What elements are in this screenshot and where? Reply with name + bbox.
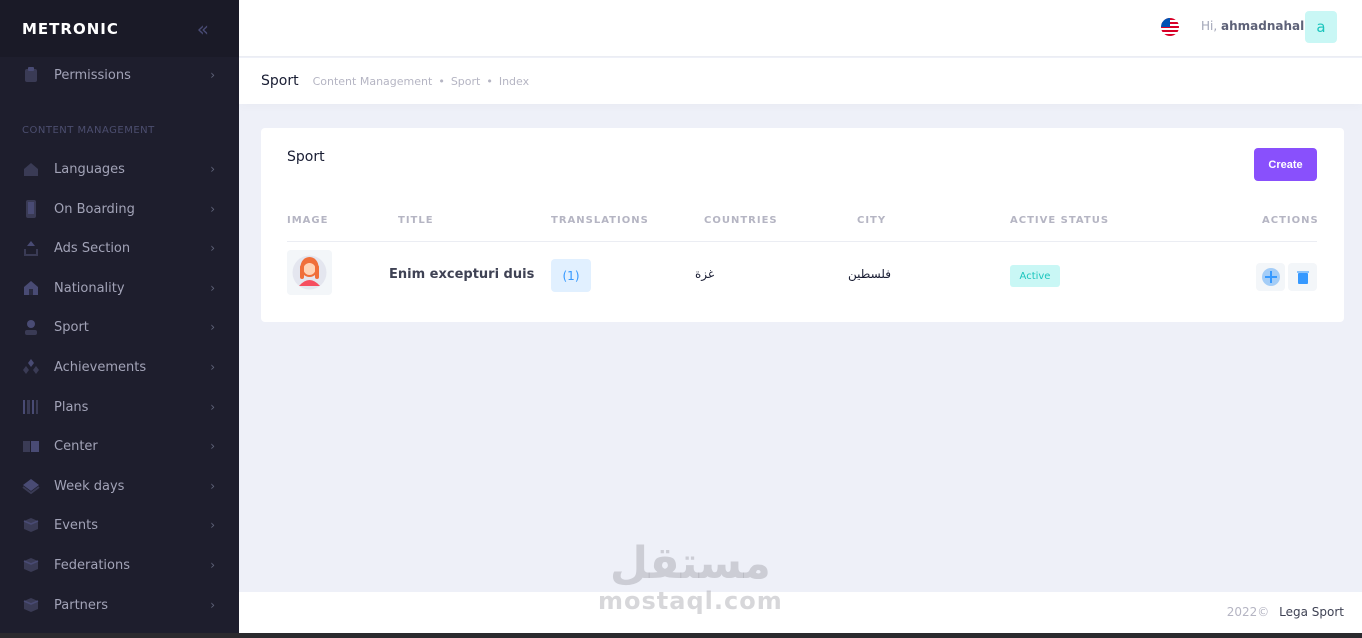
avatar[interactable]: a [1305, 11, 1337, 43]
sidebar-item-achievements[interactable]: Achievements › [0, 349, 239, 385]
sidebar-header: METRONIC « [0, 0, 239, 57]
translations-badge[interactable]: (1) [551, 259, 591, 292]
sidebar-item-nationality[interactable]: Nationality › [0, 270, 239, 306]
column-header-city: CITY [857, 215, 887, 226]
chevron-right-icon: › [210, 439, 215, 453]
column-header-actions: ACTIONS [1262, 215, 1319, 226]
sport-image [287, 250, 332, 295]
breadcrumb-content-management[interactable]: Content Management [313, 75, 433, 88]
upload-icon [22, 239, 40, 257]
user-greeting[interactable]: Hi, ahmadnahal [1201, 19, 1304, 33]
watermark-arabic: مستقل [609, 538, 771, 589]
create-button[interactable]: Create [1254, 148, 1317, 181]
city-value: فلسطين [848, 267, 892, 281]
sidebar-item-languages[interactable]: Languages › [0, 151, 239, 187]
chevron-right-icon: › [210, 68, 215, 82]
sidebar-item-label: Week days [54, 478, 125, 494]
sidebar-item-label: Languages [54, 161, 125, 177]
chevron-right-icon: › [210, 202, 215, 216]
subheader: Sport Content Management • Sport • Index [239, 58, 1362, 104]
footer-brand-link[interactable]: Lega Sport [1279, 605, 1344, 619]
box-icon [22, 596, 40, 614]
copyright: 2022© Lega Sport [1227, 605, 1344, 619]
sidebar-item-federations[interactable]: Federations › [0, 547, 239, 583]
user-icon [22, 318, 40, 336]
chevron-right-icon: › [210, 320, 215, 334]
greeting-prefix: Hi, [1201, 19, 1218, 33]
copyright-year: 2022© [1226, 605, 1270, 619]
column-header-translations: TRANSLATIONS [551, 215, 649, 226]
chevron-right-icon: › [210, 360, 215, 374]
breadcrumb-index[interactable]: Index [499, 75, 529, 88]
sidebar-item-on-boarding[interactable]: On Boarding › [0, 191, 239, 227]
sidebar-item-label: Achievements [54, 359, 147, 375]
watermark-latin: mostaql.com [598, 587, 783, 615]
sidebar-item-permissions[interactable]: Permissions › [0, 57, 239, 93]
sidebar-item-label: Center [54, 438, 98, 454]
trash-icon [1296, 271, 1309, 284]
sidebar-item-partners[interactable]: Partners › [0, 587, 239, 623]
page-title: Sport [261, 73, 299, 89]
sidebar-item-label: Federations [54, 557, 131, 573]
book-icon [22, 437, 40, 455]
sport-card: Sport Create IMAGE TITLE TRANSLATIONS CO… [261, 128, 1344, 322]
sidebar-item-label: Plans [54, 399, 89, 415]
chevron-right-icon: › [210, 558, 215, 572]
box-icon [22, 516, 40, 534]
add-action-button[interactable] [1256, 263, 1285, 291]
phone-icon [22, 200, 40, 218]
us-flag-icon[interactable] [1161, 18, 1179, 36]
card-title: Sport [287, 149, 325, 165]
column-header-image: IMAGE [287, 215, 329, 226]
sidebar-item-label: Sport [54, 319, 89, 335]
sidebar-item-week-days[interactable]: Week days › [0, 468, 239, 504]
sidebar-item-ads-section[interactable]: Ads Section › [0, 230, 239, 266]
chevron-right-icon: › [210, 241, 215, 255]
sidebar: METRONIC « Permissions › CONTENT MANAGEM… [0, 0, 239, 633]
breadcrumb-separator: • [486, 74, 493, 88]
diamond-icon [22, 358, 40, 376]
plus-circle-icon [1261, 268, 1280, 286]
bucket-icon [22, 477, 40, 495]
home-icon [22, 160, 40, 178]
sidebar-item-events[interactable]: Events › [0, 507, 239, 543]
sidebar-item-sport[interactable]: Sport › [0, 309, 239, 345]
column-header-title: TITLE [398, 215, 434, 226]
sidebar-item-label: Ads Section [54, 240, 131, 256]
brand-logo[interactable]: METRONIC [22, 20, 119, 38]
sidebar-item-label: On Boarding [54, 201, 135, 217]
clipboard-icon [22, 66, 40, 84]
username: ahmadnahal [1221, 19, 1305, 33]
breadcrumb-separator: • [438, 74, 445, 88]
sidebar-item-label: Events [54, 517, 99, 533]
footer: 2022© Lega Sport [239, 592, 1362, 633]
chevron-right-icon: › [210, 518, 215, 532]
sidebar-item-label: Partners [54, 597, 109, 613]
box-icon [22, 556, 40, 574]
status-badge: Active [1010, 265, 1060, 287]
row-divider [287, 241, 1317, 242]
sport-title: Enim excepturi duis [389, 267, 535, 282]
barcode-icon [22, 398, 40, 416]
chevron-right-icon: › [210, 479, 215, 493]
sidebar-item-plans[interactable]: Plans › [0, 389, 239, 425]
chevron-right-icon: › [210, 281, 215, 295]
column-header-active-status: ACTIVE STATUS [1010, 215, 1110, 226]
delete-action-button[interactable] [1288, 263, 1317, 291]
sidebar-item-label: Nationality [54, 280, 125, 296]
home-icon [22, 279, 40, 297]
bottom-strip [0, 633, 1362, 638]
column-header-countries: COUNTRIES [704, 215, 778, 226]
country-value: غزة [695, 267, 715, 281]
chevron-right-icon: › [210, 598, 215, 612]
sidebar-item-label: Permissions [54, 67, 131, 83]
collapse-sidebar-icon[interactable]: « [197, 17, 209, 41]
section-title: CONTENT MANAGEMENT [22, 125, 155, 136]
chevron-right-icon: › [210, 400, 215, 414]
chevron-right-icon: › [210, 162, 215, 176]
watermark: مستقل mostaql.com [598, 538, 783, 615]
top-header: Hi, ahmadnahal a [239, 0, 1362, 57]
sidebar-item-center[interactable]: Center › [0, 428, 239, 464]
breadcrumb-sport[interactable]: Sport [451, 75, 481, 88]
